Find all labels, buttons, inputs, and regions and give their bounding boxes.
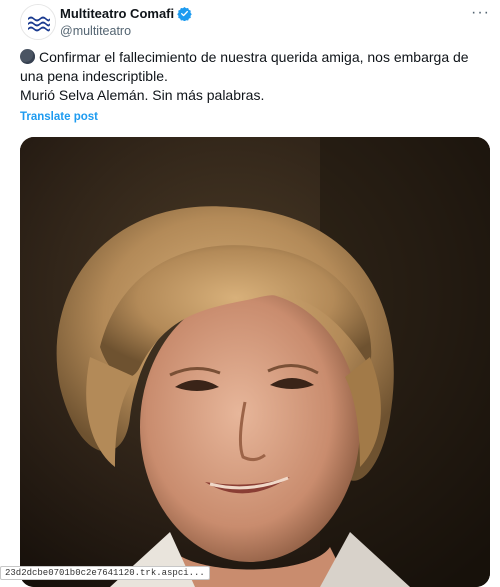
display-name[interactable]: Multiteatro Comafi — [60, 6, 174, 21]
avatar[interactable] — [20, 4, 56, 40]
black-circle-emoji-icon — [20, 49, 35, 64]
post-text-line-1: Confirmar el fallecimiento de nuestra qu… — [20, 48, 490, 86]
post-text-line-1-content: Confirmar el fallecimiento de nuestra qu… — [20, 49, 469, 84]
file-label-overlay: 23d2dcbe0701b0c2e7641120.trk.aspci... — [0, 566, 210, 580]
multiteatro-logo-icon — [21, 5, 55, 39]
more-icon[interactable]: ··· — [471, 4, 490, 22]
name-row: Multiteatro Comafi — [60, 6, 192, 21]
verified-badge-icon — [177, 6, 192, 21]
post-text: Confirmar el fallecimiento de nuestra qu… — [20, 48, 490, 105]
post-header: Multiteatro Comafi @multiteatro ··· — [20, 4, 490, 44]
post-text-line-2: Murió Selva Alemán. Sin más palabras. — [20, 87, 265, 103]
handle[interactable]: @multiteatro — [60, 24, 131, 38]
translate-post-link[interactable]: Translate post — [20, 111, 98, 123]
post-photo[interactable] — [20, 137, 490, 587]
portrait-photo-image — [20, 137, 490, 587]
